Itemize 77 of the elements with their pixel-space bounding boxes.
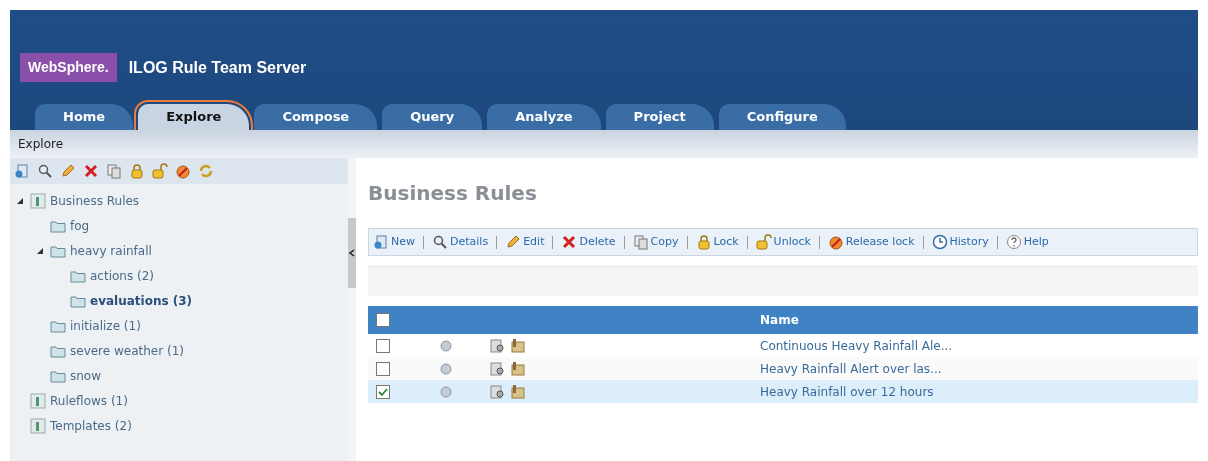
toolbar-action[interactable]: Lock: [695, 233, 739, 251]
rule-name-link[interactable]: Continuous Heavy Rainfall Ale...: [760, 336, 953, 355]
search-icon: [37, 163, 53, 179]
pencil-icon: [505, 234, 522, 250]
expanded-arrow-icon[interactable]: [16, 196, 24, 205]
tree-item[interactable]: fog: [70, 216, 90, 235]
toolbar-action[interactable]: Release lock: [827, 233, 915, 251]
tree-item[interactable]: actions (2): [90, 266, 154, 285]
delete-icon: [83, 163, 99, 179]
release-lock-icon: [175, 163, 191, 179]
nav-tab[interactable]: Home: [35, 104, 134, 130]
breadcrumb: Explore: [18, 136, 64, 153]
column-header[interactable]: Name: [760, 311, 799, 329]
tree-item[interactable]: Business Rules: [50, 191, 140, 210]
nav-tab[interactable]: Analyze: [487, 104, 601, 130]
row-checkbox[interactable]: [376, 338, 390, 353]
copy-icon: [632, 234, 649, 250]
folder-icon: [70, 268, 86, 283]
delete-icon: [561, 234, 578, 250]
new-document-icon: [373, 234, 389, 250]
product-title: ILOG Rule Team Server: [128, 57, 307, 78]
toolbar-action[interactable]: History: [931, 233, 989, 251]
toolbar-action[interactable]: Delete: [561, 233, 616, 251]
toolbar-action[interactable]: Copy: [632, 233, 679, 251]
collapse-handle[interactable]: [348, 218, 356, 288]
rule-name-link[interactable]: Heavy Rainfall over 12 hours: [760, 382, 934, 401]
lock-icon: [129, 163, 145, 179]
folder-icon: [50, 218, 66, 233]
tree-item[interactable]: severe weather (1): [70, 341, 184, 360]
unlocked-lock-icon: [755, 234, 772, 250]
project-icon: [30, 192, 46, 209]
folder-icon: [70, 293, 86, 308]
toolbar-action[interactable]: Help: [1005, 233, 1049, 251]
nav-tab[interactable]: Configure: [718, 104, 846, 130]
tree-item[interactable]: Ruleflows (1): [50, 391, 128, 410]
new-document-icon: [14, 163, 30, 179]
status-circle-icon: [440, 385, 452, 398]
pencil-icon: [60, 163, 76, 179]
nav-tab[interactable]: Query: [382, 104, 483, 130]
page-title: Business Rules: [368, 180, 537, 207]
folder-stack-icon[interactable]: [510, 360, 526, 377]
expanded-arrow-icon[interactable]: [36, 246, 44, 255]
unlocked-lock-icon: [152, 163, 168, 179]
tree-item[interactable]: snow: [70, 366, 101, 385]
release-lock-icon: [827, 234, 844, 250]
select-all-checkbox[interactable]: [376, 313, 390, 327]
clock-icon: [931, 234, 948, 250]
lock-icon: [695, 234, 712, 250]
help-icon: [1005, 234, 1022, 250]
toolbar-action[interactable]: Details: [432, 233, 489, 251]
tree-item[interactable]: heavy rainfall: [70, 241, 152, 260]
brand-logo: WebSphere.: [20, 53, 117, 82]
project-icon: [30, 392, 46, 409]
search-icon: [432, 234, 448, 250]
table-row[interactable]: Heavy Rainfall over 12 hours: [368, 380, 1198, 403]
toolbar-action[interactable]: Unlock: [755, 233, 811, 251]
tree-item[interactable]: initialize (1): [70, 316, 141, 335]
toolbar-action[interactable]: New: [373, 233, 415, 251]
row-checkbox[interactable]: [376, 361, 390, 376]
tree-item[interactable]: evaluations (3): [90, 291, 193, 310]
folder-icon: [50, 343, 66, 358]
tree-item[interactable]: Templates (2): [50, 416, 132, 435]
folder-stack-icon[interactable]: [510, 337, 526, 354]
table-row[interactable]: Heavy Rainfall Alert over las...: [368, 357, 1198, 380]
folder-icon: [50, 318, 66, 333]
nav-tab[interactable]: Project: [605, 104, 714, 130]
row-checkbox[interactable]: [376, 384, 390, 399]
folder-icon: [50, 243, 66, 258]
copy-icon: [106, 163, 122, 179]
nav-tab[interactable]: Compose: [254, 104, 378, 130]
rule-name-link[interactable]: Heavy Rainfall Alert over las...: [760, 359, 942, 378]
toolbar-action[interactable]: Edit: [505, 233, 545, 251]
status-circle-icon: [440, 362, 452, 375]
folder-stack-icon[interactable]: [510, 383, 526, 400]
project-icon: [30, 417, 46, 434]
folder-icon: [50, 368, 66, 383]
status-circle-icon: [440, 339, 452, 352]
